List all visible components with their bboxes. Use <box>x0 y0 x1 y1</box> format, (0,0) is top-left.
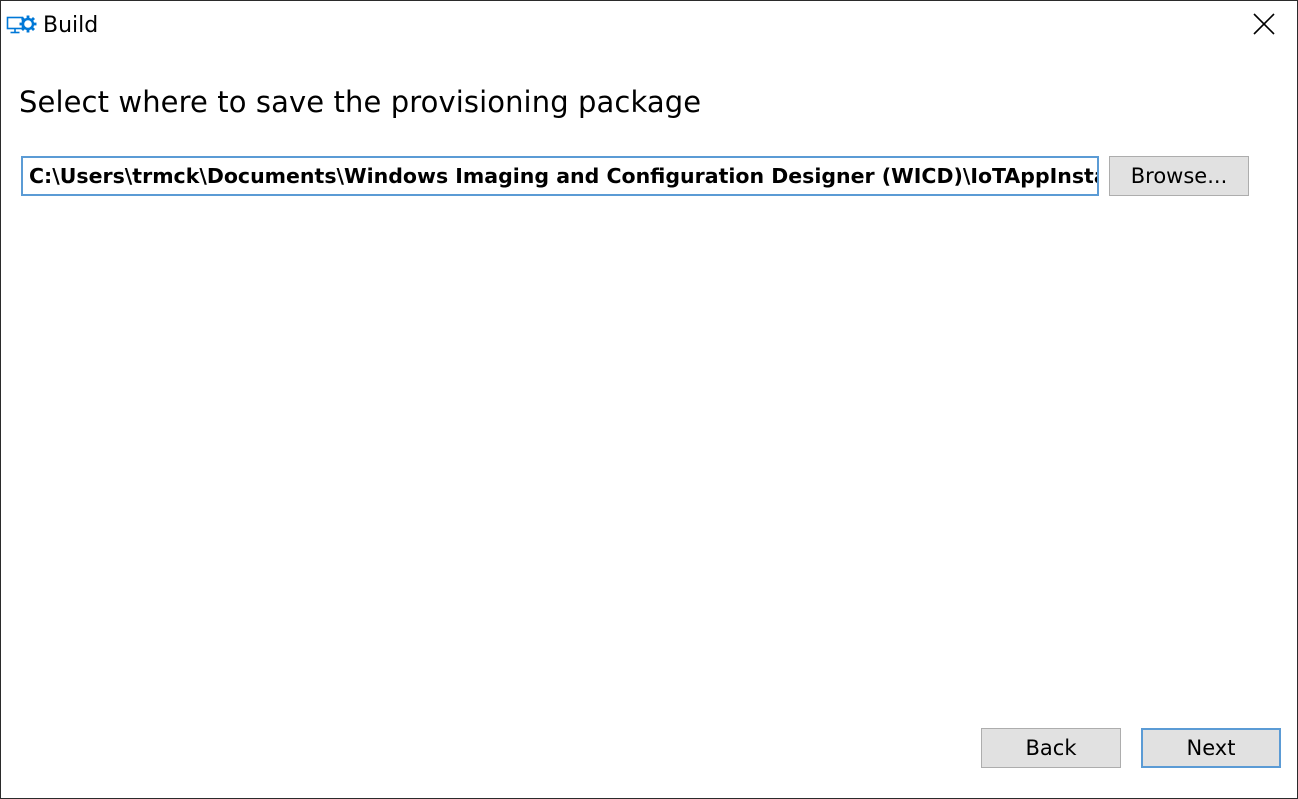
build-dialog: Build Select where to save the provision… <box>0 0 1298 799</box>
page-heading: Select where to save the provisioning pa… <box>19 85 702 119</box>
browse-button[interactable]: Browse... <box>1109 156 1249 196</box>
title-bar: Build <box>1 1 1297 51</box>
back-button[interactable]: Back <box>981 728 1121 768</box>
window-title: Build <box>43 13 99 38</box>
next-button[interactable]: Next <box>1141 728 1281 768</box>
close-icon <box>1253 13 1275 39</box>
save-path-input[interactable] <box>21 156 1099 196</box>
close-button[interactable] <box>1239 1 1289 51</box>
monitor-gear-icon <box>6 14 38 38</box>
